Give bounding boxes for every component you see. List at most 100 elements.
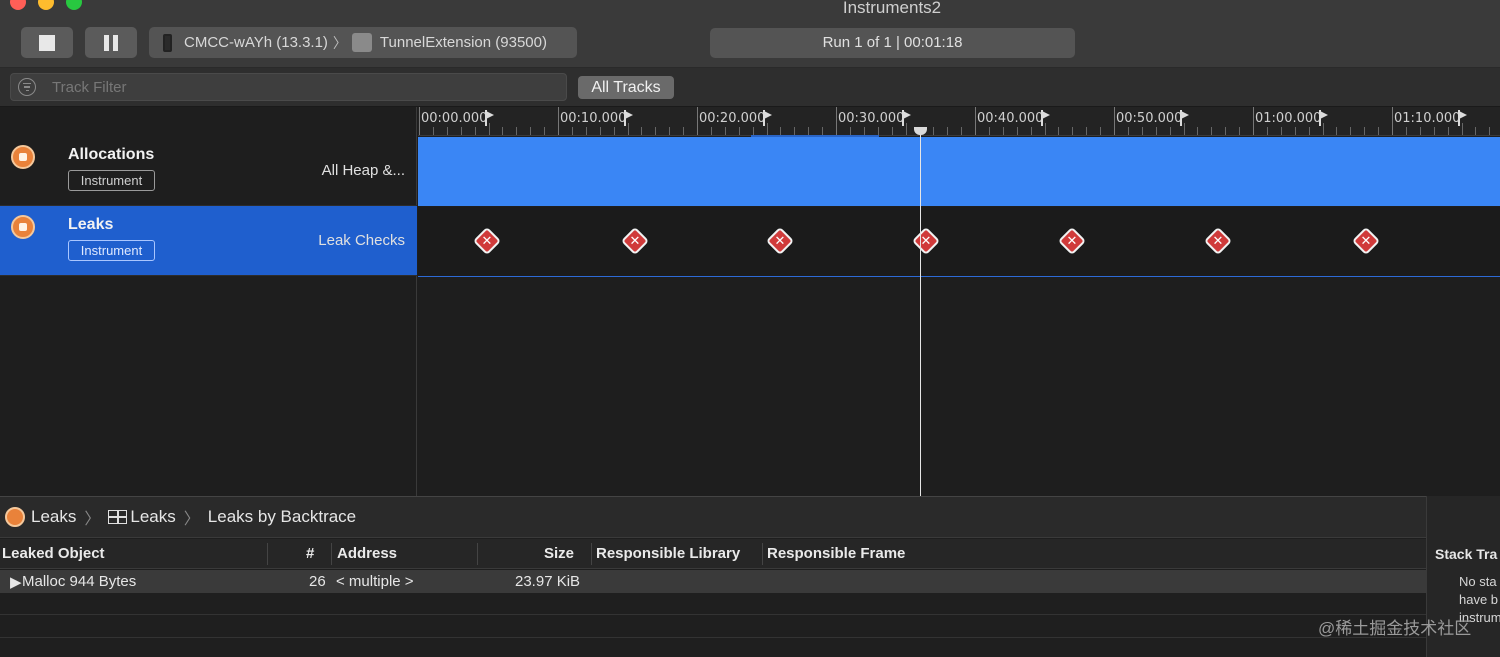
ruler-minor-tick [1239,127,1240,135]
iphone-icon [163,33,172,52]
jumpbar-instrument[interactable]: Leaks [31,507,76,527]
cell-size: 23.97 KiB [515,573,581,590]
track-detail[interactable]: All Heap &... [322,162,405,179]
device-label: CMCC-wAYh (13.3.1) [184,34,328,51]
ruler-label: 00:10.000 [560,111,627,126]
jumpbar-mode[interactable]: Leaks by Backtrace [208,507,356,527]
track-allocations[interactable]: Allocations Instrument All Heap &... [0,136,417,206]
ruler-minor-tick [600,127,601,135]
cell-leaked-object: Malloc 944 Bytes [22,573,137,590]
track-list: Allocations Instrument All Heap &... Lea… [0,107,417,496]
ruler-label: 00:30.000 [838,111,905,126]
leaks-icon [11,215,35,239]
jumpbar-view[interactable]: Leaks [130,507,175,527]
ruler-minor-tick [1184,123,1185,135]
table-row[interactable]: ▶ Malloc 944 Bytes 26 < multiple > 23.97… [0,570,1426,593]
column-leaked-object[interactable]: Leaked Object [2,545,105,562]
empty-lane [418,277,1500,496]
ruler-minor-tick [669,127,670,135]
ruler-minor-tick [530,127,531,135]
ruler-minor-tick [1420,127,1421,135]
close-window-button[interactable] [10,0,26,10]
ruler-major-tick [1114,107,1115,135]
column-responsible-frame[interactable]: Responsible Frame [767,545,905,562]
ruler-minor-tick [906,123,907,135]
ruler-minor-tick [572,127,573,135]
process-icon [351,33,372,52]
ruler-minor-tick [655,127,656,135]
ruler-minor-tick [822,127,823,135]
flag-icon[interactable] [485,110,495,126]
chevron-right-icon: 〉 [332,34,347,51]
flag-icon[interactable] [763,110,773,126]
table-body [0,593,1426,657]
playhead[interactable] [920,134,921,496]
ruler-minor-tick [614,127,615,135]
table-icon [108,510,128,524]
flag-icon[interactable] [1041,110,1051,126]
pause-recording-button[interactable] [85,27,137,58]
ruler-major-tick [558,107,559,135]
all-tracks-button[interactable]: All Tracks [578,76,674,99]
stop-icon [39,34,55,51]
ruler-minor-tick [433,127,434,135]
timeline-ruler[interactable]: 00:00.000 00:10.000 00:20.000 00:30.000 00:4… [418,107,1500,136]
track-detail[interactable]: Leak Checks [318,232,405,249]
allocations-lane[interactable] [418,137,1500,206]
ruler-minor-tick [1072,127,1073,135]
run-status[interactable]: Run 1 of 1 | 00:01:18 [710,28,1075,58]
leaks-lane[interactable] [418,207,1500,277]
track-filter-input[interactable]: Track Filter [10,73,567,101]
minimize-window-button[interactable] [38,0,54,10]
ruler-minor-tick [1281,127,1282,135]
ruler-minor-tick [516,127,517,135]
ruler-major-tick [419,107,420,135]
ruler-minor-tick [1323,123,1324,135]
ruler-major-tick [975,107,976,135]
ruler-minor-tick [1156,127,1157,135]
toolbar: Instruments2 CMCC-wAYh (13.3.1) 〉 Tunnel… [0,0,1500,68]
ruler-minor-tick [878,127,879,135]
flag-icon[interactable] [1180,110,1190,126]
column-responsible-library[interactable]: Responsible Library [596,545,740,562]
flag-icon[interactable] [902,110,912,126]
flag-icon[interactable] [1319,110,1329,126]
ruler-minor-tick [1086,127,1087,135]
ruler-minor-tick [544,127,545,135]
ruler-minor-tick [461,127,462,135]
ruler-minor-tick [1434,127,1435,135]
ruler-minor-tick [447,127,448,135]
ruler-minor-tick [641,127,642,135]
column-size[interactable]: Size [544,545,574,562]
track-filter-placeholder: Track Filter [52,78,127,96]
ruler-minor-tick [850,127,851,135]
allocations-icon [11,145,35,169]
chevron-right-icon: 〉 [183,511,200,528]
column-count[interactable]: # [306,545,314,562]
stack-trace-line: have b [1459,592,1499,607]
disclosure-triangle-icon[interactable]: ▶ [10,573,22,591]
flag-icon[interactable] [1458,110,1468,126]
ruler-minor-tick [739,127,740,135]
ruler-minor-tick [1462,123,1463,135]
ruler-minor-tick [1295,127,1296,135]
jump-bar: Leaks 〉 Leaks 〉 Leaks by Backtrace [0,496,1426,538]
flag-icon[interactable] [624,110,634,126]
ruler-minor-tick [961,127,962,135]
ruler-minor-tick [1100,127,1101,135]
ruler-label: 00:00.000 [421,111,488,126]
target-selector[interactable]: CMCC-wAYh (13.3.1) 〉 TunnelExtension (93… [149,27,577,58]
track-leaks[interactable]: Leaks Instrument Leak Checks [0,206,417,276]
ruler-minor-tick [586,127,587,135]
cell-count: 26 [309,573,326,590]
column-address[interactable]: Address [337,545,397,562]
stop-recording-button[interactable] [21,27,73,58]
ruler-minor-tick [753,127,754,135]
ruler-minor-tick [767,123,768,135]
ruler-minor-tick [1170,127,1171,135]
ruler-major-tick [697,107,698,135]
ruler-minor-tick [989,127,990,135]
zoom-window-button[interactable] [66,0,82,10]
ruler-minor-tick [489,123,490,135]
chevron-right-icon: 〉 [84,511,101,528]
